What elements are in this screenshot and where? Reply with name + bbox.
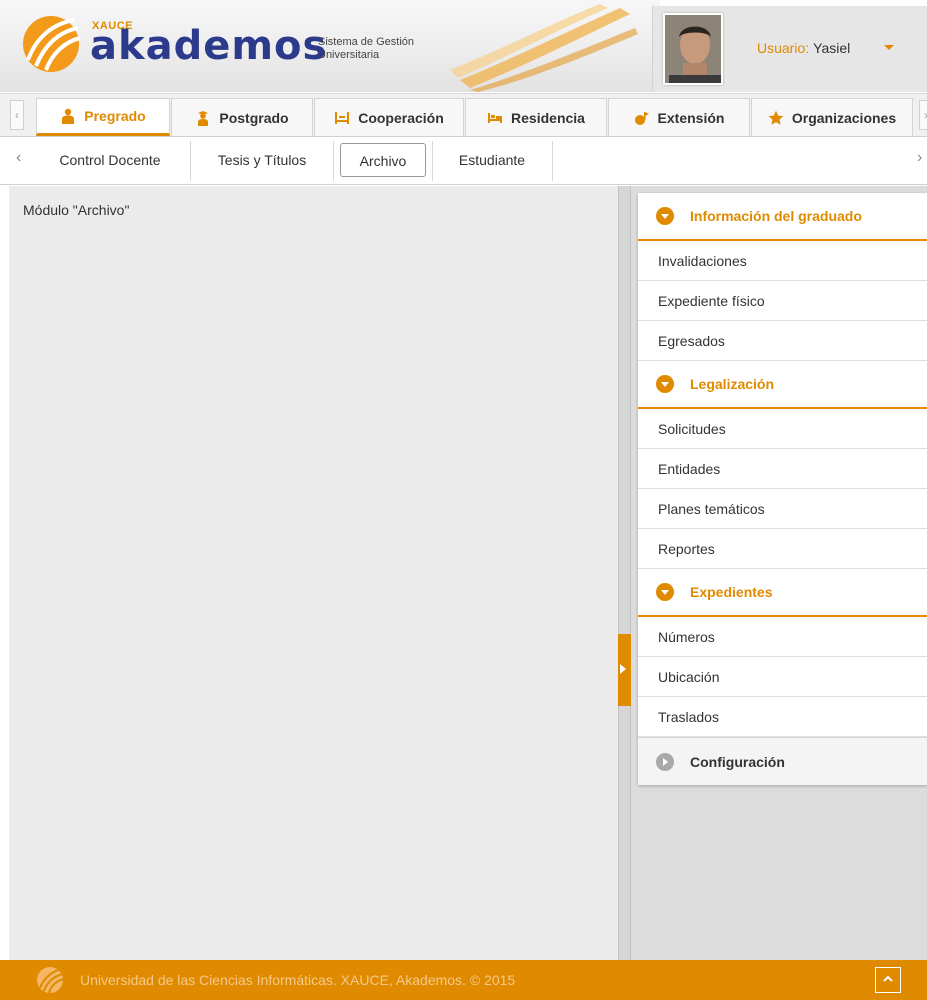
star-icon <box>768 110 784 125</box>
sidebar-item-ubicacion[interactable]: Ubicación <box>638 657 927 697</box>
caret-down-icon[interactable] <box>883 40 895 54</box>
tab-label: Pregrado <box>84 108 146 124</box>
sidebar: Información del graduado Invalidaciones … <box>631 186 927 960</box>
chevron-left-icon[interactable]: ‹ <box>16 149 21 167</box>
sidebar-item-label: Ubicación <box>658 669 720 685</box>
submodule-tab-bar: ‹ Control Docente Tesis y Títulos Archiv… <box>0 137 927 185</box>
sidebar-item-entidades[interactable]: Entidades <box>638 449 927 489</box>
avatar-photo-icon <box>665 15 721 83</box>
subtab-control-docente[interactable]: Control Docente <box>38 143 182 177</box>
tab-organizaciones[interactable]: Organizaciones <box>751 98 913 136</box>
user-name: Yasiel <box>813 40 851 56</box>
chevron-right-icon[interactable]: › <box>917 149 922 167</box>
module-scroll-right-button[interactable]: › <box>919 100 927 130</box>
sidebar-item-reportes[interactable]: Reportes <box>638 529 927 569</box>
tab-label: Residencia <box>511 109 585 126</box>
tab-residencia[interactable]: Residencia <box>465 98 607 136</box>
tab-label: Extensión <box>657 109 725 126</box>
chevron-down-circle-icon <box>656 583 674 601</box>
splitter-collapse-button[interactable] <box>618 634 631 706</box>
akademos-logo-icon <box>23 16 81 72</box>
student-icon <box>62 108 75 124</box>
sidebar-item-label: Solicitudes <box>658 421 726 437</box>
cooperation-icon <box>335 111 350 124</box>
module-scroll-left-button[interactable]: ‹ <box>10 100 24 130</box>
user-menu[interactable]: Usuario: Yasiel <box>652 6 927 92</box>
sidebar-item-egresados[interactable]: Egresados <box>638 321 927 361</box>
chevron-down-circle-icon <box>656 375 674 393</box>
subtab-label: Tesis y Títulos <box>217 152 307 168</box>
subtab-tesis-y-titulos[interactable]: Tesis y Títulos <box>198 143 326 177</box>
sidebar-item-label: Traslados <box>658 709 719 725</box>
subtab-divider <box>190 141 191 181</box>
subtab-label: Archivo <box>359 153 407 169</box>
footer: Universidad de las Ciencias Informáticas… <box>0 960 927 1000</box>
section-header-configuracion[interactable]: Configuración <box>638 737 927 785</box>
section-title: Configuración <box>690 753 785 770</box>
footer-copyright: Universidad de las Ciencias Informáticas… <box>80 972 516 988</box>
user-label[interactable]: Usuario: Yasiel <box>757 40 850 56</box>
module-tab-bar: ‹ Pregrado Postgrado Cooperación Residen… <box>0 93 927 137</box>
user-label-text: Usuario: <box>757 40 810 56</box>
header-swoosh-decoration <box>450 4 638 92</box>
scroll-to-top-button[interactable] <box>875 967 901 993</box>
sidebar-item-numeros[interactable]: Números <box>638 617 927 657</box>
app-header: XAUCE akademos Sistema de Gestión Univer… <box>0 0 927 92</box>
section-title: Expedientes <box>690 584 773 600</box>
sidebar-item-label: Invalidaciones <box>658 253 747 269</box>
tab-label: Cooperación <box>358 109 444 126</box>
section-header-legalizacion[interactable]: Legalización <box>638 361 927 409</box>
bed-icon <box>488 112 503 123</box>
subtab-label: Estudiante <box>458 152 526 168</box>
section-header-informacion-graduado[interactable]: Información del graduado <box>638 193 927 241</box>
sidebar-item-solicitudes[interactable]: Solicitudes <box>638 409 927 449</box>
section-title: Información del graduado <box>690 208 862 224</box>
sidebar-item-label: Reportes <box>658 541 715 557</box>
section-header-expedientes[interactable]: Expedientes <box>638 569 927 617</box>
sidebar-item-expediente-fisico[interactable]: Expediente físico <box>638 281 927 321</box>
sidebar-menu: Información del graduado Invalidaciones … <box>638 193 927 785</box>
sidebar-item-planes-tematicos[interactable]: Planes temáticos <box>638 489 927 529</box>
section-title: Legalización <box>690 376 775 392</box>
footer-logo-icon <box>37 967 64 994</box>
sidebar-item-label: Egresados <box>658 333 725 349</box>
tab-cooperacion[interactable]: Cooperación <box>314 98 464 136</box>
subtab-archivo[interactable]: Archivo <box>340 143 426 177</box>
sidebar-item-label: Números <box>658 629 715 645</box>
subtab-divider <box>333 141 334 181</box>
panel-splitter[interactable] <box>618 186 631 960</box>
sidebar-item-traslados[interactable]: Traslados <box>638 697 927 737</box>
chevron-up-icon <box>883 975 893 982</box>
brand-name: akademos <box>90 23 328 69</box>
tab-pregrado[interactable]: Pregrado <box>36 98 170 136</box>
extension-icon <box>634 111 649 125</box>
subtab-divider <box>432 141 433 181</box>
tab-label: Organizaciones <box>791 109 897 126</box>
subtab-divider <box>552 141 553 181</box>
brand-subtitle: Sistema de Gestión Universitaria <box>318 36 414 61</box>
user-avatar[interactable] <box>663 13 723 85</box>
subtab-estudiante[interactable]: Estudiante <box>440 143 544 177</box>
chevron-right-circle-icon <box>656 752 674 771</box>
sidebar-item-label: Expediente físico <box>658 293 765 309</box>
sidebar-item-label: Entidades <box>658 461 721 477</box>
chevron-down-circle-icon <box>656 207 674 225</box>
subtab-label: Control Docente <box>59 152 161 168</box>
page-title: Módulo "Archivo" <box>23 202 130 218</box>
graduate-icon <box>198 110 209 126</box>
tab-postgrado[interactable]: Postgrado <box>171 98 313 136</box>
sidebar-item-invalidaciones[interactable]: Invalidaciones <box>638 241 927 281</box>
sidebar-item-label: Planes temáticos <box>658 501 765 517</box>
arrow-right-icon <box>620 664 626 674</box>
main-content-area: Módulo "Archivo" <box>9 186 618 960</box>
tab-label: Postgrado <box>219 109 289 126</box>
tab-extension[interactable]: Extensión <box>608 98 750 136</box>
